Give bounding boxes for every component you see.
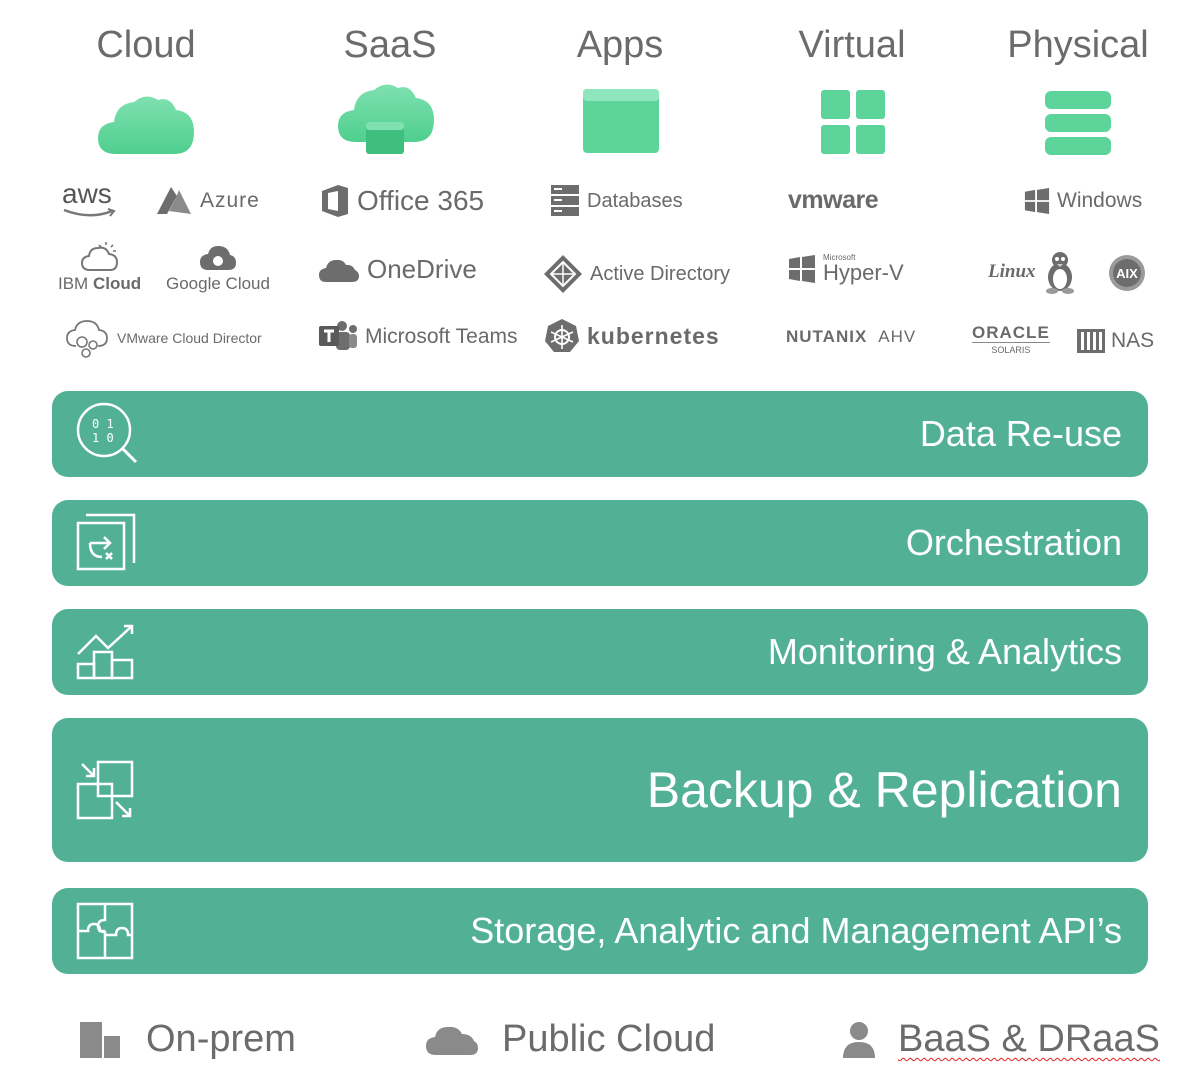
cloud-icon (98, 96, 194, 154)
google-cloud-icon (199, 246, 236, 270)
server-stack-icon (1045, 91, 1111, 155)
vmware-cloud-director-logo: VMware Cloud Director (64, 318, 262, 358)
aix-logo: AIX (1108, 254, 1146, 292)
analytics-icon (76, 624, 134, 680)
nutanix-ahv-logo: NUTANIX AHV (786, 327, 917, 346)
database-icon (551, 185, 579, 216)
office-365-logo: Office 365 (320, 184, 484, 218)
ibm-cloud-icon (80, 242, 118, 271)
column-title-apps: Apps (576, 24, 664, 66)
databases-logo: Databases (550, 184, 683, 218)
azure-icon (157, 187, 191, 214)
svg-text:0 1: 0 1 (92, 417, 114, 431)
windows-icon (1024, 188, 1050, 214)
band-label: Storage, Analytic and Management API’s (470, 910, 1122, 951)
kubernetes-icon (545, 319, 579, 352)
footer-on-prem: On-prem (78, 1018, 296, 1061)
replication-icon (76, 760, 134, 820)
ibm-cloud-logo: IBM Cloud (58, 240, 141, 294)
windows-icon (789, 255, 815, 283)
grid-icon (821, 90, 885, 154)
azure-logo: Azure (155, 186, 260, 216)
band-label: Backup & Replication (646, 762, 1122, 818)
cloud-icon (426, 1026, 478, 1055)
person-icon (843, 1021, 875, 1058)
footer-baas-draas: BaaS & DRaaS (842, 1018, 1160, 1061)
nas-icon (1077, 329, 1105, 353)
hyper-v-logo: Microsoft Hyper-V (788, 254, 904, 284)
footer-public-cloud: Public Cloud (424, 1018, 715, 1061)
band-backup-replication: Backup & Replication (52, 718, 1148, 862)
column-title-physical: Physical (1007, 24, 1149, 66)
nas-logo: NAS (1076, 328, 1154, 354)
active-directory-icon (544, 255, 582, 293)
saas-cloud-icon (338, 84, 434, 154)
teams-icon (319, 321, 357, 350)
oracle-solaris-logo: ORACLE SOLARIS (972, 323, 1050, 355)
band-data-reuse: 0 1 1 0 Data Re-use (52, 391, 1148, 477)
aws-logo: aws (62, 180, 118, 218)
onedrive-logo: OneDrive (318, 254, 477, 285)
data-search-icon: 0 1 1 0 (76, 402, 138, 464)
band-label: Monitoring & Analytics (767, 631, 1122, 672)
vmware-cloud-director-icon (66, 320, 108, 358)
google-cloud-logo: Google Cloud (166, 244, 270, 294)
building-icon (80, 1021, 120, 1058)
puzzle-icon (76, 902, 134, 960)
column-title-cloud: Cloud (96, 24, 196, 66)
column-title-virtual: Virtual (798, 24, 906, 66)
column-title-saas: SaaS (343, 24, 437, 66)
svg-text:AIX: AIX (1116, 266, 1138, 281)
band-orchestration: Orchestration (52, 500, 1148, 586)
band-monitoring-analytics: Monitoring & Analytics (52, 609, 1148, 695)
band-label: Orchestration (905, 522, 1122, 563)
onedrive-icon (319, 259, 359, 282)
band-storage-api: Storage, Analytic and Management API’s (52, 888, 1148, 974)
orchestration-icon (76, 513, 136, 571)
windows-logo: Windows (1024, 188, 1142, 214)
app-window-icon (583, 89, 659, 153)
tux-icon (1045, 252, 1074, 294)
microsoft-teams-logo: Microsoft Teams (318, 320, 518, 354)
aix-badge-icon: AIX (1109, 255, 1145, 291)
office-icon (322, 185, 348, 217)
kubernetes-logo: kubernetes (544, 318, 720, 354)
linux-logo: Linux (988, 250, 1077, 294)
active-directory-logo: Active Directory (543, 254, 730, 294)
svg-text:1 0: 1 0 (92, 431, 114, 445)
band-label: Data Re-use (919, 413, 1122, 454)
vmware-logo: vmware (788, 186, 879, 214)
